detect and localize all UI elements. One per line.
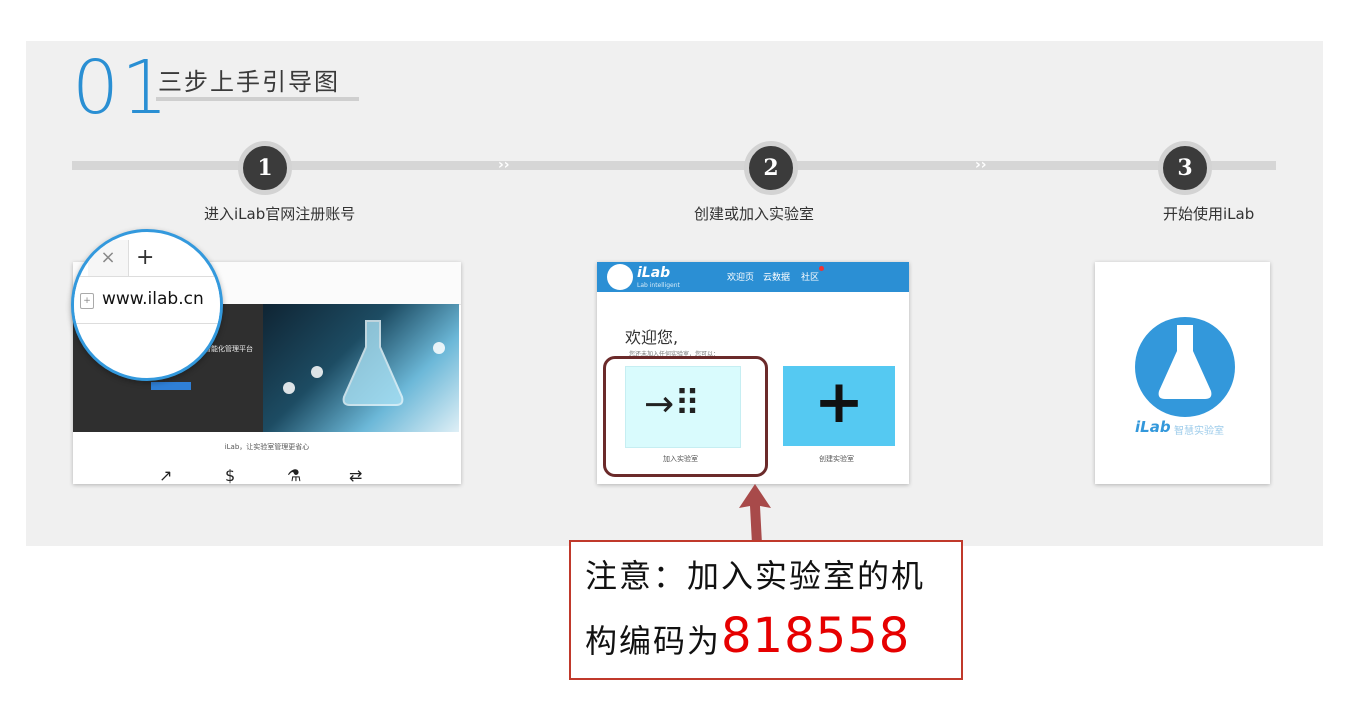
create-lab-label: 创建实验室 (819, 455, 854, 463)
app-logo-text: iLab (637, 265, 671, 281)
flask-image (342, 320, 404, 406)
step-3-badge: 3 (1158, 141, 1212, 195)
url-text: www.ilab.cn (102, 289, 204, 309)
nav-community: 社区 (801, 273, 820, 283)
address-bar: + www.ilab.cn (74, 276, 220, 324)
note-line-2-prefix: 构编码为 (585, 622, 722, 660)
note-line-1: 注意：加入实验室的机 (585, 557, 926, 595)
code-note-box: 注意：加入实验室的机 构编码为818558 (569, 540, 963, 680)
join-highlight-box (603, 356, 768, 477)
flask-icon: ⚗ (287, 466, 302, 484)
molecule-node (311, 366, 323, 378)
org-code: 818558 (721, 608, 911, 664)
register-button (151, 382, 191, 390)
molecule-node (433, 342, 445, 354)
nav-welcome: 欢迎页 (727, 273, 755, 283)
handshake-icon: ⇄ (349, 466, 363, 484)
step-1-label: 进入iLab官网注册账号 (204, 205, 356, 223)
flask-icon (1158, 325, 1212, 399)
note-line-2: 构编码为818558 (585, 608, 910, 669)
notification-dot (819, 266, 824, 271)
app-logo-sub: Lab intelligent (637, 282, 680, 289)
pointer-arrow-icon (739, 484, 771, 544)
step-2-label: 创建或加入实验室 (694, 205, 815, 223)
step-3-label: 开始使用iLab (1163, 205, 1255, 223)
chevron-icon: ›› (498, 157, 510, 173)
step-1-badge: 1 (238, 141, 292, 195)
title-underline (156, 97, 359, 101)
site-caption: iLab，让实验室管理更省心 (224, 443, 310, 451)
ilab-logo-icon (607, 264, 633, 290)
ilab-logo-card: iLab 智慧实验室 (1095, 262, 1270, 484)
section-number: 01 (72, 45, 171, 131)
nav-cloud-data: 云数据 (763, 273, 791, 283)
create-lab-card: + (783, 366, 895, 446)
step-2-badge: 2 (744, 141, 798, 195)
chevron-icon: ›› (975, 157, 987, 173)
close-icon: × (88, 240, 129, 276)
ilab-logo-sub: 智慧实验室 (1174, 426, 1224, 437)
section-title: 三步上手引导图 (158, 68, 340, 96)
molecule-node (283, 382, 295, 394)
new-tab-icon: + (136, 245, 155, 270)
trend-icon: ↗ (159, 466, 173, 484)
money-bag-icon: $ (225, 466, 236, 484)
welcome-heading: 欢迎您, (625, 328, 679, 347)
app-header: iLab Lab intelligent 欢迎页 云数据 社区 (597, 262, 909, 292)
url-magnifier: × + + www.ilab.cn (71, 229, 223, 381)
ilab-logo-text: iLab (1135, 418, 1171, 436)
plus-icon: + (813, 367, 865, 437)
shield-icon: + (80, 293, 94, 309)
